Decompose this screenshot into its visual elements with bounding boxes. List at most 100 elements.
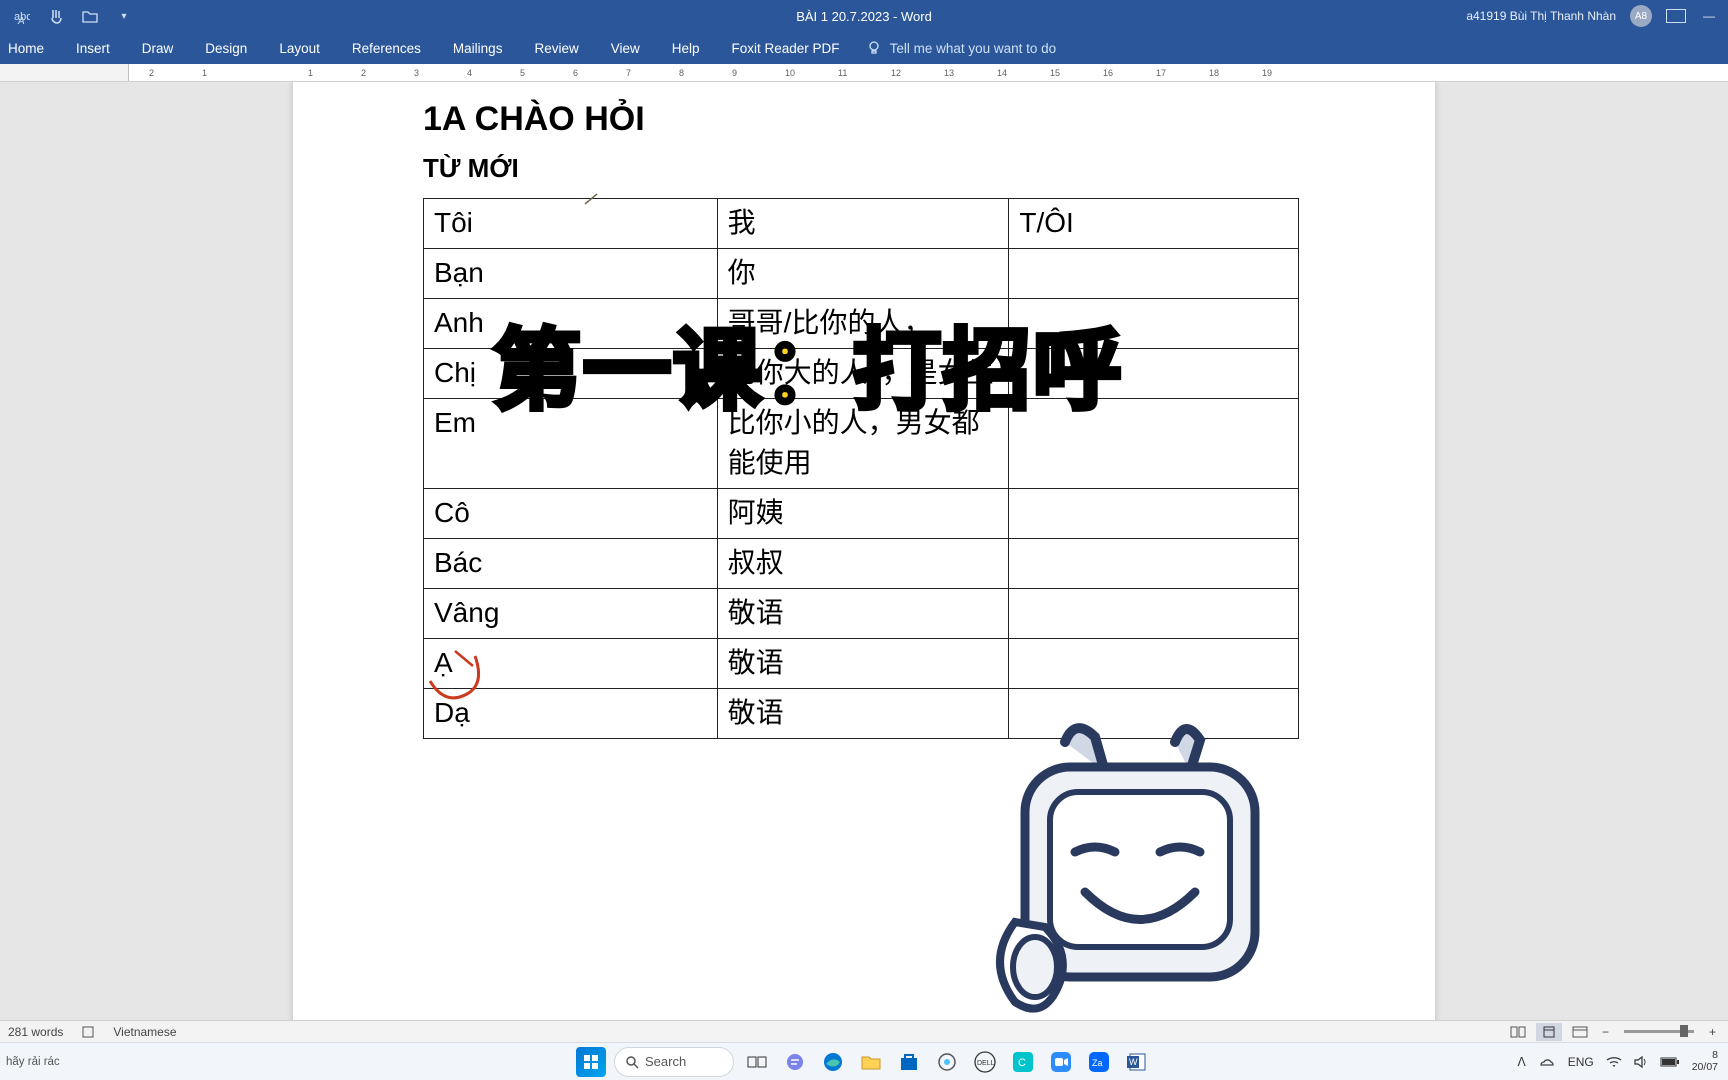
tab-layout[interactable]: Layout [263, 32, 336, 64]
table-cell[interactable]: 敬语 [717, 688, 1009, 738]
dell-icon[interactable]: DELL [970, 1047, 1000, 1077]
web-layout-button[interactable] [1567, 1023, 1593, 1041]
table-cell[interactable] [1009, 489, 1299, 539]
table-row[interactable]: Chị比你大的人。，是女生 [424, 348, 1299, 398]
heading-2[interactable]: TỪ MỚI [423, 153, 1435, 184]
tab-insert[interactable]: Insert [60, 32, 126, 64]
onedrive-icon[interactable] [1538, 1056, 1556, 1068]
tab-view[interactable]: View [595, 32, 656, 64]
canva-icon[interactable]: C [1008, 1047, 1038, 1077]
zalo-icon[interactable]: Za [1084, 1047, 1114, 1077]
table-cell[interactable]: Anh [424, 298, 718, 348]
document-page[interactable]: 1A CHÀO HỎI TỪ MỚI Tôi我T/ÔIBạn你Anh哥哥/比你的… [293, 82, 1435, 1042]
vocab-table[interactable]: Tôi我T/ÔIBạn你Anh哥哥/比你的人，Chị比你大的人。，是女生Em比你… [423, 198, 1299, 739]
minimize-button[interactable]: — [1700, 9, 1718, 23]
zoom-in-button[interactable]: + [1705, 1025, 1720, 1039]
table-cell[interactable]: 我 [717, 199, 1009, 249]
table-row[interactable]: Anh哥哥/比你的人， [424, 298, 1299, 348]
copilot-icon[interactable] [932, 1047, 962, 1077]
tab-design[interactable]: Design [189, 32, 263, 64]
table-cell[interactable]: Em [424, 398, 718, 489]
battery-icon[interactable] [1660, 1057, 1680, 1067]
table-cell[interactable] [1009, 398, 1299, 489]
table-cell[interactable]: Vâng [424, 589, 718, 639]
taskbar-widget-text[interactable]: hãy rải rác [6, 1056, 60, 1068]
table-row[interactable]: Vâng敬语 [424, 589, 1299, 639]
tab-review[interactable]: Review [518, 32, 594, 64]
table-cell[interactable]: 比你大的人。，是女生 [717, 348, 1009, 398]
qat-dropdown-icon[interactable]: ▾ [116, 8, 132, 24]
table-cell[interactable]: Chị [424, 348, 718, 398]
table-cell[interactable]: Tôi [424, 199, 718, 249]
table-cell[interactable]: 敬语 [717, 638, 1009, 688]
windows-taskbar: hãy rải rác Search DELL C Za W ᐱ ENG 8 2… [0, 1042, 1728, 1080]
table-cell[interactable] [1009, 539, 1299, 589]
horizontal-ruler[interactable]: 2112345678910111213141516171819 [0, 64, 1728, 82]
table-cell[interactable]: Bạn [424, 248, 718, 298]
print-layout-button[interactable] [1536, 1023, 1562, 1041]
language-indicator[interactable]: ENG [1568, 1055, 1594, 1069]
tray-chevron-icon[interactable]: ᐱ [1517, 1055, 1525, 1069]
tab-draw[interactable]: Draw [126, 32, 190, 64]
table-cell[interactable] [1009, 638, 1299, 688]
open-icon[interactable] [82, 8, 98, 24]
task-view-icon[interactable] [742, 1047, 772, 1077]
table-cell[interactable]: 叔叔 [717, 539, 1009, 589]
document-content[interactable]: 1A CHÀO HỎI TỪ MỚI Tôi我T/ÔIBạn你Anh哥哥/比你的… [293, 100, 1435, 739]
word-count[interactable]: 281 words [8, 1025, 63, 1039]
tab-mailings[interactable]: Mailings [437, 32, 519, 64]
table-cell[interactable]: 哥哥/比你的人， [717, 298, 1009, 348]
autosave-icon[interactable]: abcA [14, 8, 30, 24]
ruler-tick: 10 [785, 68, 795, 78]
start-button[interactable] [576, 1047, 606, 1077]
tell-me-text: Tell me what you want to do [890, 41, 1057, 56]
table-cell[interactable] [1009, 348, 1299, 398]
table-cell[interactable]: T/ÔI [1009, 199, 1299, 249]
table-cell[interactable]: 敬语 [717, 589, 1009, 639]
table-cell[interactable]: Cô [424, 489, 718, 539]
heading-1[interactable]: 1A CHÀO HỎI [423, 100, 1435, 139]
zoom-slider[interactable] [1624, 1030, 1694, 1033]
table-cell[interactable]: 你 [717, 248, 1009, 298]
read-mode-button[interactable] [1505, 1023, 1531, 1041]
clock-date: 20/07 [1692, 1062, 1718, 1074]
table-cell[interactable]: 比你小的人，男女都能使用 [717, 398, 1009, 489]
search-icon [625, 1055, 639, 1069]
zoom-icon[interactable] [1046, 1047, 1076, 1077]
tell-me-search[interactable]: Tell me what you want to do [866, 40, 1057, 56]
word-icon[interactable]: W [1122, 1047, 1152, 1077]
taskbar-search[interactable]: Search [614, 1047, 734, 1077]
edge-icon[interactable] [818, 1047, 848, 1077]
tab-home[interactable]: Home [0, 32, 60, 64]
table-cell[interactable] [1009, 688, 1299, 738]
volume-icon[interactable] [1634, 1056, 1648, 1068]
table-row[interactable]: Dạ敬语 [424, 688, 1299, 738]
table-cell[interactable] [1009, 589, 1299, 639]
store-icon[interactable] [894, 1047, 924, 1077]
table-row[interactable]: Em比你小的人，男女都能使用 [424, 398, 1299, 489]
touch-mode-icon[interactable] [48, 8, 64, 24]
table-cell[interactable] [1009, 298, 1299, 348]
table-row[interactable]: Ạ敬语 [424, 638, 1299, 688]
proofing-icon[interactable] [81, 1025, 95, 1039]
chat-app-icon[interactable] [780, 1047, 810, 1077]
table-cell[interactable]: Bác [424, 539, 718, 589]
tab-references[interactable]: References [336, 32, 437, 64]
tab-help[interactable]: Help [656, 32, 716, 64]
table-row[interactable]: Cô阿姨 [424, 489, 1299, 539]
wifi-icon[interactable] [1606, 1056, 1622, 1068]
ruler-tick: 2 [361, 68, 366, 78]
ribbon-display-icon[interactable] [1666, 9, 1686, 23]
language-status[interactable]: Vietnamese [113, 1025, 176, 1039]
explorer-icon[interactable] [856, 1047, 886, 1077]
table-cell[interactable] [1009, 248, 1299, 298]
table-row[interactable]: Bác叔叔 [424, 539, 1299, 589]
clock[interactable]: 8 20/07 [1692, 1050, 1718, 1073]
tab-foxit[interactable]: Foxit Reader PDF [716, 32, 856, 64]
table-cell[interactable]: 阿姨 [717, 489, 1009, 539]
table-row[interactable]: Bạn你 [424, 248, 1299, 298]
table-row[interactable]: Tôi我T/ÔI [424, 199, 1299, 249]
pen-annotation-1 [583, 192, 601, 206]
avatar[interactable]: A8 [1630, 5, 1652, 27]
zoom-out-button[interactable]: − [1598, 1025, 1613, 1039]
